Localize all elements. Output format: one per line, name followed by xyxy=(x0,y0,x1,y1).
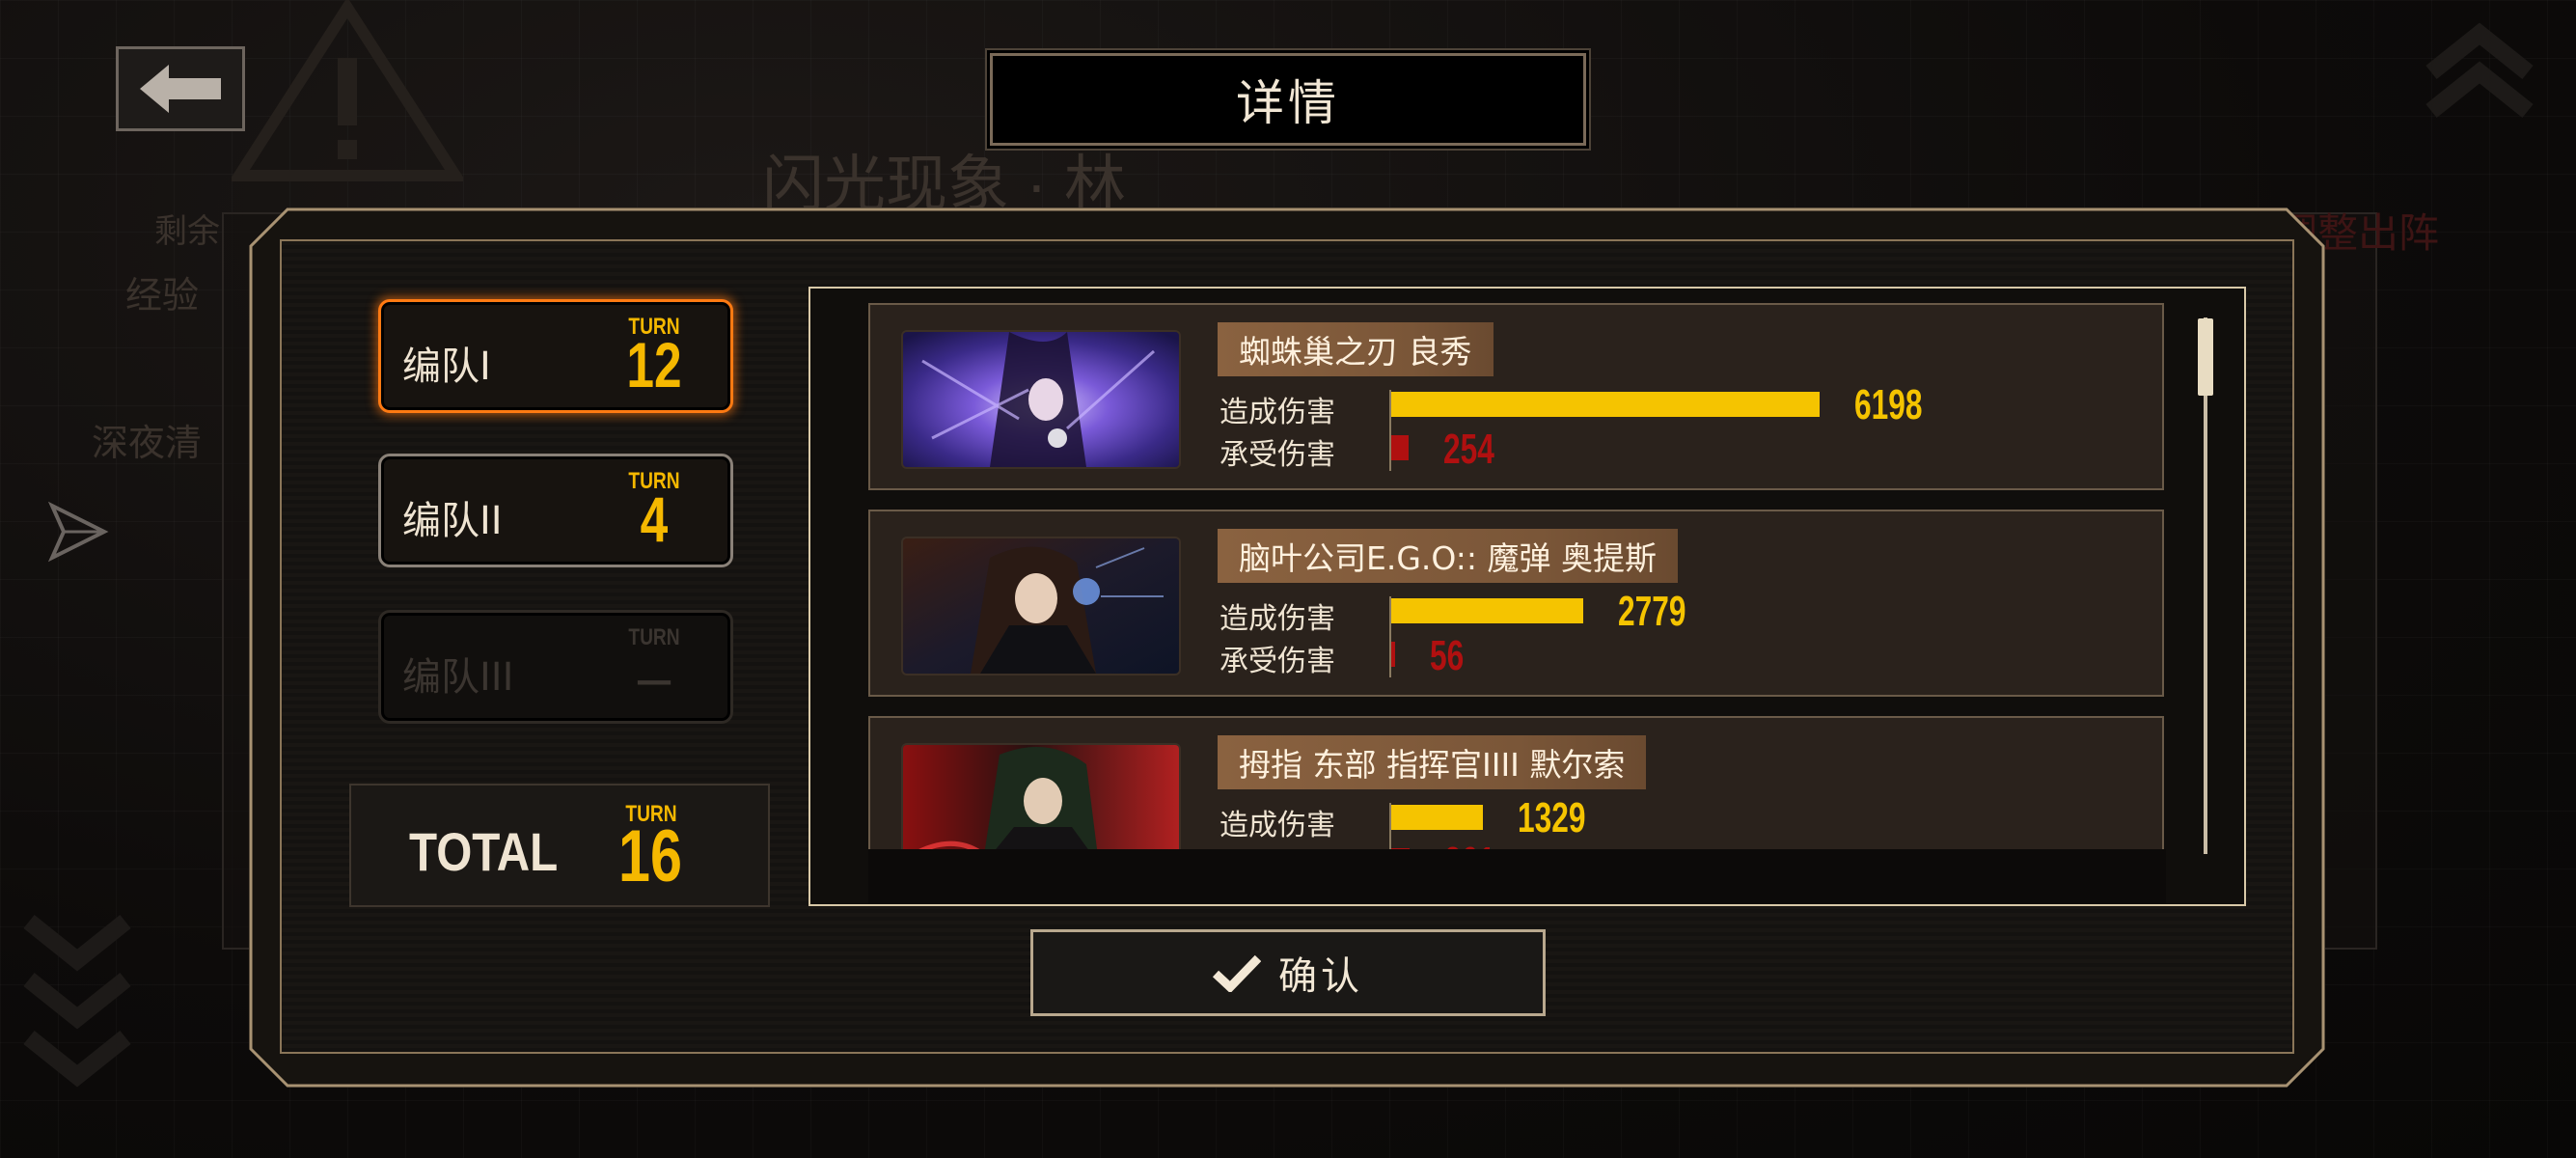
damage-dealt-value: 2779 xyxy=(1618,588,1686,635)
green-haired-commander-portrait xyxy=(903,745,1179,853)
damage-dealt-label: 造成伤害 xyxy=(1219,602,1335,636)
total-label: TOTAL xyxy=(409,821,559,882)
unit-name: 蜘蛛巢之刃 良秀 xyxy=(1218,322,1494,376)
unit-portrait xyxy=(901,537,1181,676)
unit-name: 脑叶公司E.G.O:: 魔弹 奥提斯 xyxy=(1218,529,1679,583)
damage-dealt-bar xyxy=(1391,598,1583,623)
damage-dealt-value: 6198 xyxy=(1854,381,1923,428)
list-scrollbar-track[interactable] xyxy=(2204,317,2207,854)
background-label-night: 深夜清 xyxy=(92,424,203,464)
background-label-exp: 经验 xyxy=(125,276,200,317)
warning-triangle-icon xyxy=(232,0,463,181)
team-tab-label: 编队I xyxy=(402,345,491,389)
unit-name: 拇指 东部 指挥官IIII 默尔索 xyxy=(1218,735,1647,789)
list-scrollbar-thumb[interactable] xyxy=(2198,318,2213,396)
unit-portrait xyxy=(901,330,1181,469)
turn-count: 12 xyxy=(626,329,682,400)
damage-dealt-value: 1329 xyxy=(1518,794,1586,841)
background-label-remaining: 剩余 xyxy=(154,213,220,250)
team-tab-2[interactable]: 编队II TURN 4 xyxy=(378,454,733,567)
confirm-button[interactable]: 确认 xyxy=(1030,929,1546,1016)
unit-damage-list[interactable]: 蜘蛛巢之刃 良秀 造成伤害 承受伤害 6198 254 脑叶公司E.G.O:: … xyxy=(868,301,2166,853)
arrow-left-icon xyxy=(140,65,221,113)
damage-taken-label: 承受伤害 xyxy=(1219,645,1335,678)
damage-dealt-label: 造成伤害 xyxy=(1219,396,1335,429)
unit-card: 脑叶公司E.G.O:: 魔弹 奥提斯 造成伤害 承受伤害 2779 56 xyxy=(868,510,2164,697)
unit-card: 拇指 东部 指挥官IIII 默尔索 造成伤害 承受伤害 1329 261 xyxy=(868,716,2164,853)
damage-taken-value: 254 xyxy=(1443,426,1494,473)
turn-caption: TURN xyxy=(628,624,680,650)
team-tab-3: 编队III TURN — xyxy=(378,610,733,724)
chevron-up-icon xyxy=(2425,22,2534,119)
purple-haired-swordswoman-portrait xyxy=(903,332,1179,467)
paper-plane-icon[interactable] xyxy=(46,500,110,564)
list-bottom-fade xyxy=(868,849,2166,903)
team-tab-label: 编队III xyxy=(402,655,514,700)
damage-taken-bar xyxy=(1391,642,1395,667)
team-tab-label: 编队II xyxy=(402,499,503,543)
dialog-title: 详情 xyxy=(990,53,1586,146)
confirm-label: 确认 xyxy=(1278,954,1363,999)
damage-taken-value: 56 xyxy=(1430,632,1465,679)
turn-count: — xyxy=(637,656,671,703)
back-button[interactable] xyxy=(116,46,245,131)
checkmark-icon xyxy=(1213,954,1261,992)
unit-card: 蜘蛛巢之刃 良秀 造成伤害 承受伤害 6198 254 xyxy=(868,303,2164,490)
team-tab-1[interactable]: 编队I TURN 12 xyxy=(378,299,733,413)
unit-portrait xyxy=(901,743,1181,853)
chevron-down-icon xyxy=(23,914,131,1088)
damage-taken-label: 承受伤害 xyxy=(1219,438,1335,472)
total-turns-box: TOTAL TURN 16 xyxy=(349,784,770,907)
damage-dealt-label: 造成伤害 xyxy=(1219,809,1335,842)
total-turn-count: 16 xyxy=(618,815,682,897)
turn-count: 4 xyxy=(640,483,669,555)
dark-haired-gunner-portrait xyxy=(903,538,1179,674)
damage-taken-bar xyxy=(1391,435,1409,460)
damage-dealt-bar xyxy=(1391,805,1483,830)
damage-dealt-bar xyxy=(1391,392,1820,417)
